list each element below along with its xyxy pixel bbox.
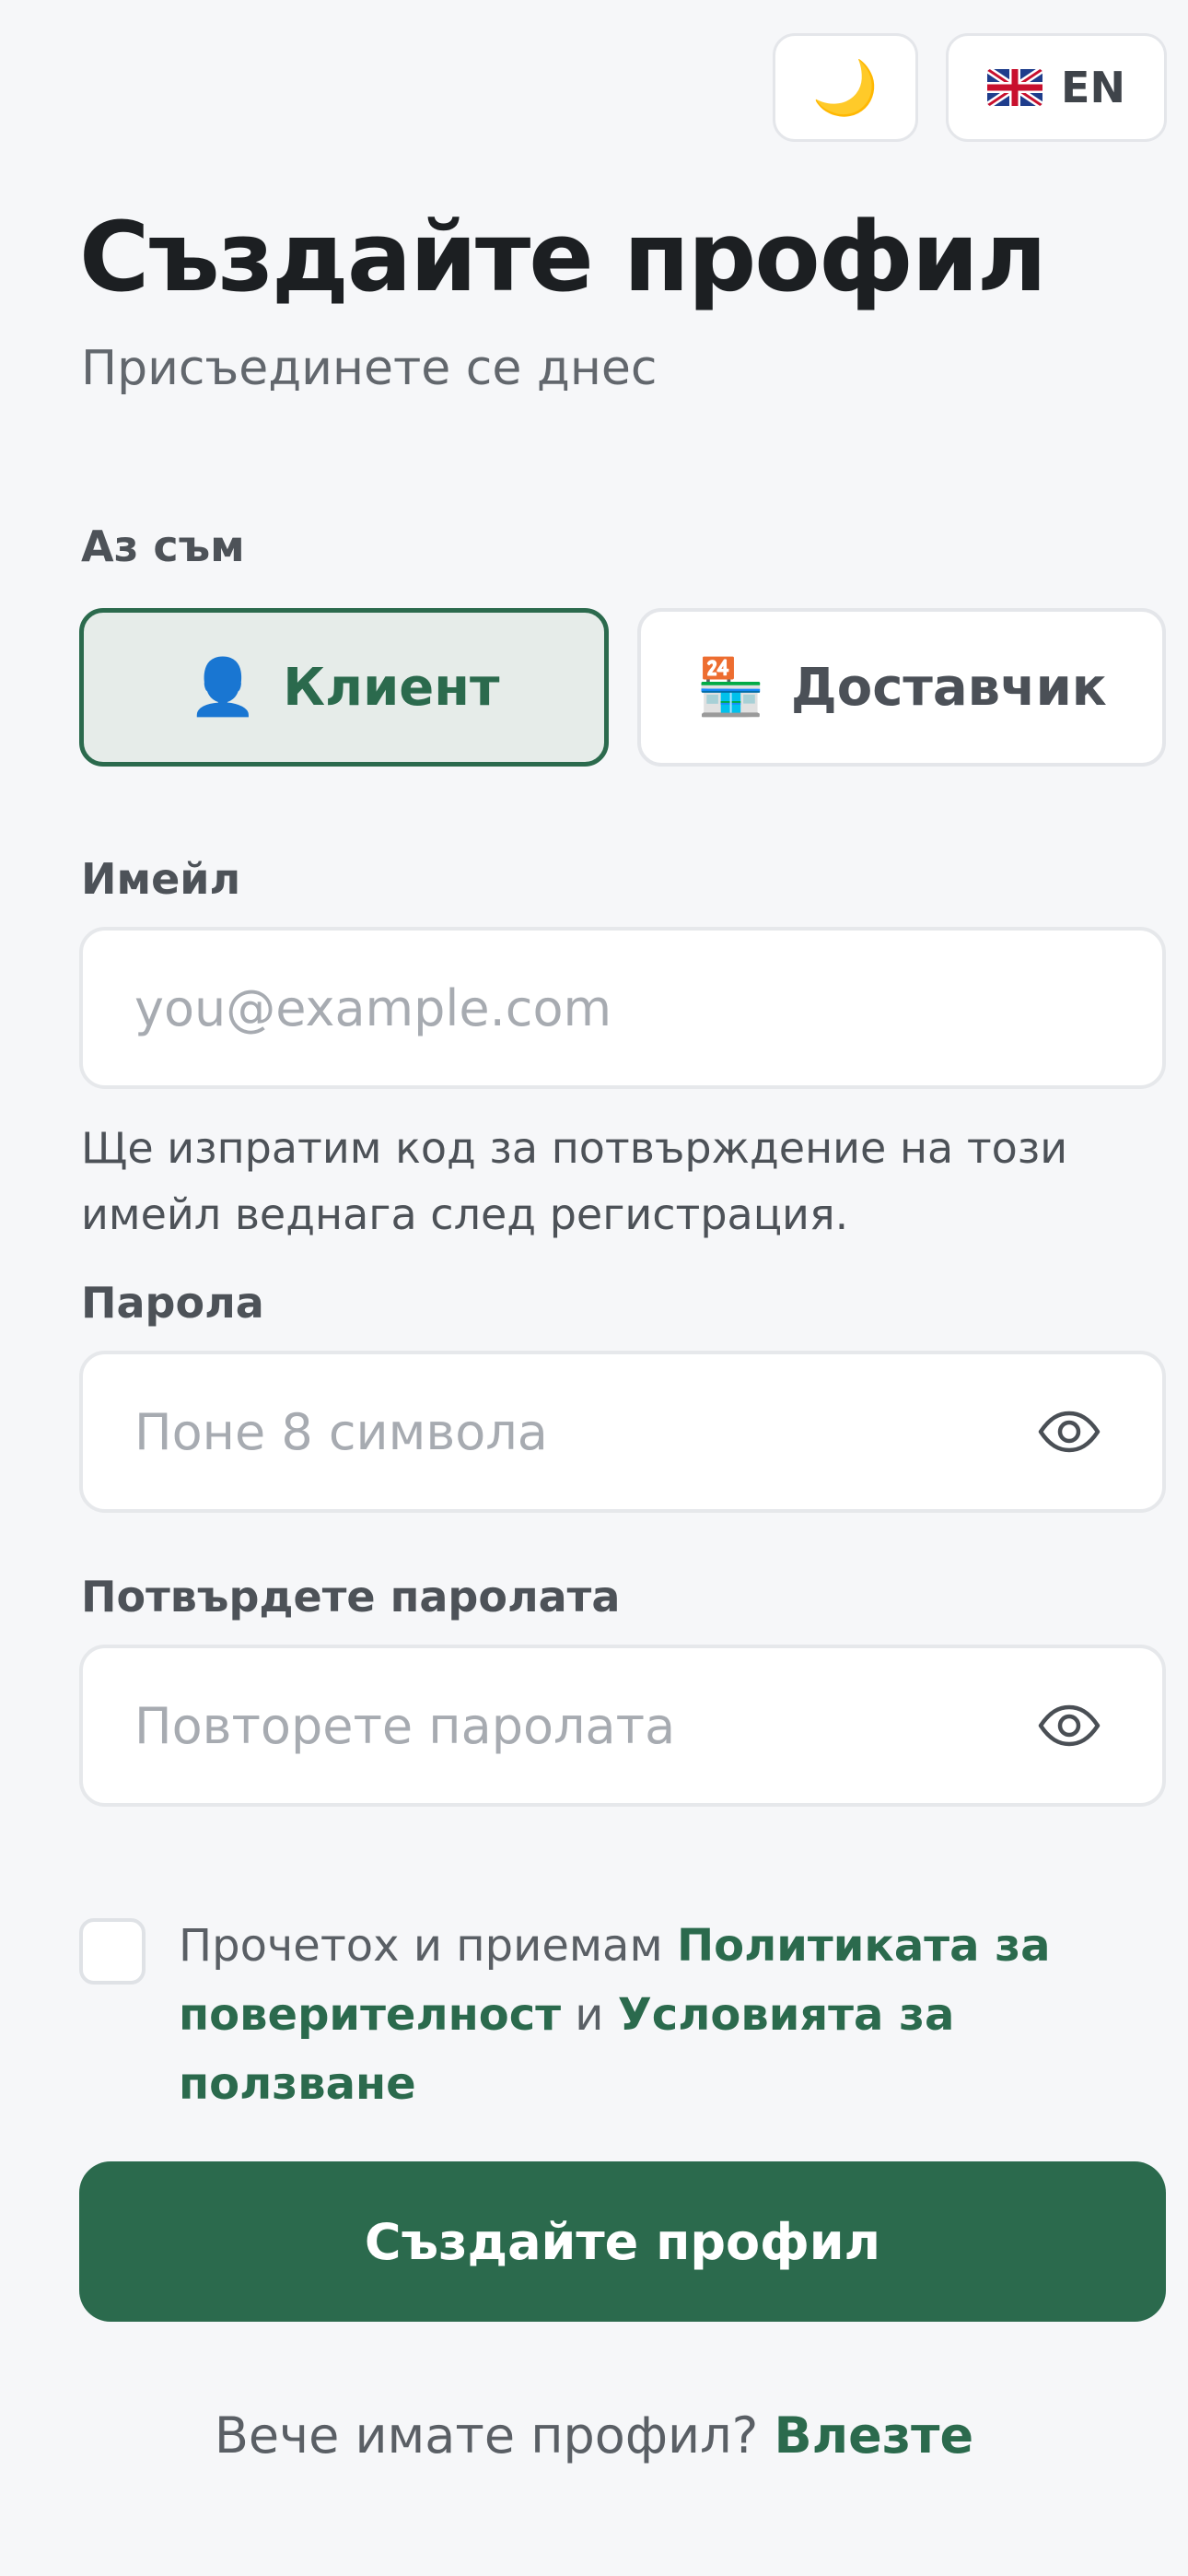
email-label: Имейл: [81, 854, 241, 904]
role-supplier-label: Доставчик: [790, 657, 1107, 718]
role-supplier-button[interactable]: 🏪 Доставчик: [637, 608, 1166, 767]
theme-toggle-button[interactable]: 🌙: [773, 33, 918, 142]
email-placeholder: you@example.com: [134, 978, 612, 1037]
eye-icon[interactable]: [1037, 1411, 1101, 1453]
confirm-password-placeholder: Повторете паролата: [134, 1696, 676, 1755]
eye-icon[interactable]: [1037, 1704, 1101, 1747]
confirm-password-label: Потвърдете паролата: [81, 1572, 621, 1622]
role-client-button[interactable]: 👤 Клиент: [79, 608, 609, 767]
email-field[interactable]: you@example.com: [79, 927, 1166, 1089]
terms-text: Прочетох и приемам Политиката за поверит…: [179, 1912, 1173, 2119]
password-label: Парола: [81, 1278, 264, 1328]
password-placeholder: Поне 8 символа: [134, 1402, 548, 1461]
signup-screen: 🌙 EN Създайте профил Присъединете се дне…: [0, 0, 1188, 2576]
password-field[interactable]: Поне 8 символа: [79, 1351, 1166, 1513]
terms-checkbox[interactable]: [79, 1918, 146, 1985]
confirm-password-field[interactable]: Повторете паролата: [79, 1645, 1166, 1807]
language-button[interactable]: EN: [946, 33, 1167, 142]
role-client-label: Клиент: [283, 657, 500, 718]
top-controls: 🌙 EN: [773, 33, 1167, 142]
uk-flag-icon: [987, 69, 1043, 106]
language-label: EN: [1061, 63, 1125, 112]
login-prompt: Вече имате профил? Влезте: [0, 2406, 1188, 2465]
login-link[interactable]: Влезте: [774, 2406, 973, 2465]
page-subtitle: Присъединете се днес: [81, 341, 658, 396]
terms-conjunction: и: [561, 1989, 618, 2041]
store-icon: 🏪: [696, 655, 765, 720]
role-label: Аз съм: [81, 521, 245, 571]
email-hint: Ще изпратим код за потвърждение на този …: [81, 1123, 1068, 1239]
create-profile-button[interactable]: Създайте профил: [79, 2161, 1166, 2322]
page-title: Създайте профил: [79, 201, 1047, 313]
terms-prefix: Прочетох и приемам: [179, 1920, 677, 1972]
login-prompt-text: Вече имате профил?: [214, 2406, 759, 2465]
person-icon: 👤: [188, 655, 258, 720]
moon-icon: 🌙: [811, 55, 879, 119]
